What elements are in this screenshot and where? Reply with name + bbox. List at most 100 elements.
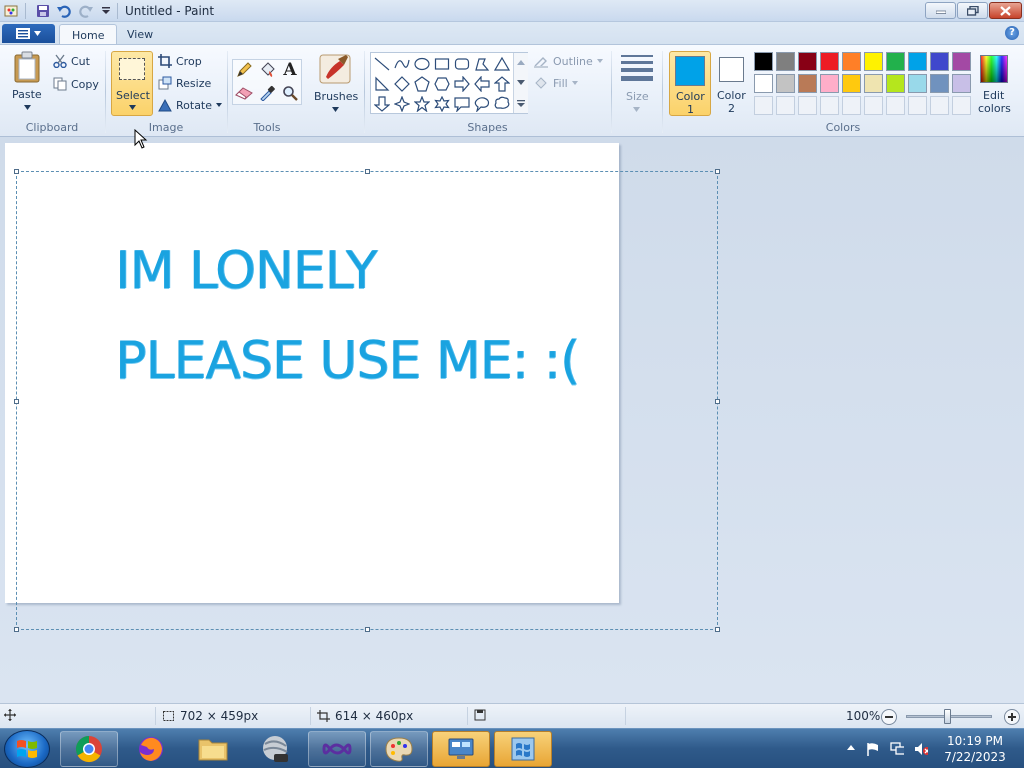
- eraser-tool[interactable]: [233, 83, 255, 103]
- palette-color-swatch[interactable]: [908, 52, 927, 71]
- close-button[interactable]: [989, 2, 1022, 19]
- resize-handle[interactable]: [365, 169, 370, 174]
- palette-color-swatch[interactable]: [820, 52, 839, 71]
- action-center-flag-icon[interactable]: [866, 742, 880, 756]
- oval-shape[interactable]: [412, 54, 432, 74]
- left-arrow-shape[interactable]: [472, 74, 492, 94]
- color-picker-tool[interactable]: [256, 83, 278, 103]
- taskbar-visual-studio[interactable]: [308, 731, 366, 767]
- restore-button[interactable]: [957, 2, 988, 19]
- text-tool[interactable]: A: [279, 60, 301, 80]
- tab-home[interactable]: Home: [59, 24, 118, 45]
- resize-handle[interactable]: [14, 627, 19, 632]
- crop-button[interactable]: Crop: [158, 51, 202, 71]
- palette-color-swatch[interactable]: [842, 52, 861, 71]
- taskbar-windows-explorer[interactable]: [494, 731, 552, 767]
- taskbar-google-earth-pro[interactable]: [246, 731, 304, 767]
- palette-color-swatch[interactable]: [886, 74, 905, 93]
- outline-button[interactable]: Outline: [533, 51, 603, 71]
- rectangle-shape[interactable]: [432, 54, 452, 74]
- palette-empty-swatch[interactable]: [886, 96, 905, 115]
- shapes-scroller[interactable]: [513, 53, 528, 113]
- color1-button[interactable]: Color 1: [669, 51, 711, 116]
- paste-button[interactable]: Paste: [6, 49, 48, 117]
- selection-rectangle[interactable]: [14, 169, 720, 632]
- down-arrow-shape[interactable]: [372, 94, 392, 114]
- right-triangle-shape[interactable]: [372, 74, 392, 94]
- resize-handle[interactable]: [14, 169, 19, 174]
- palette-color-swatch[interactable]: [776, 74, 795, 93]
- palette-color-swatch[interactable]: [820, 74, 839, 93]
- right-arrow-shape[interactable]: [452, 74, 472, 94]
- help-icon[interactable]: ?: [1005, 26, 1019, 40]
- palette-empty-swatch[interactable]: [952, 96, 971, 115]
- save-icon[interactable]: [35, 3, 51, 19]
- palette-color-swatch[interactable]: [952, 74, 971, 93]
- taskbar-file-explorer[interactable]: [184, 731, 242, 767]
- palette-color-swatch[interactable]: [908, 74, 927, 93]
- taskbar-remote-desktop[interactable]: [432, 731, 490, 767]
- diamond-shape[interactable]: [392, 74, 412, 94]
- tab-view[interactable]: View: [115, 24, 165, 45]
- show-hidden-icons[interactable]: [846, 742, 860, 756]
- taskbar-paint[interactable]: [370, 731, 428, 767]
- palette-color-swatch[interactable]: [952, 52, 971, 71]
- resize-button[interactable]: Resize: [158, 73, 211, 93]
- palette-empty-swatch[interactable]: [908, 96, 927, 115]
- palette-empty-swatch[interactable]: [930, 96, 949, 115]
- palette-empty-swatch[interactable]: [842, 96, 861, 115]
- zoom-slider[interactable]: [906, 709, 992, 724]
- palette-empty-swatch[interactable]: [754, 96, 773, 115]
- palette-empty-swatch[interactable]: [798, 96, 817, 115]
- five-point-star-shape[interactable]: [412, 94, 432, 114]
- redo-icon[interactable]: [78, 3, 94, 19]
- edit-colors-button[interactable]: Edit colors: [973, 51, 1017, 117]
- minimize-button[interactable]: [925, 2, 956, 19]
- size-button[interactable]: Size: [616, 51, 658, 117]
- resize-handle[interactable]: [715, 169, 720, 174]
- palette-color-swatch[interactable]: [930, 52, 949, 71]
- resize-handle[interactable]: [365, 627, 370, 632]
- curve-shape[interactable]: [392, 54, 412, 74]
- resize-handle[interactable]: [14, 399, 19, 404]
- resize-handle[interactable]: [715, 627, 720, 632]
- canvas-workspace[interactable]: IM LONELY PLEASE USE ME: :(: [0, 129, 1024, 703]
- palette-color-swatch[interactable]: [842, 74, 861, 93]
- pentagon-shape[interactable]: [412, 74, 432, 94]
- brushes-button[interactable]: Brushes: [312, 51, 358, 117]
- zoom-slider-thumb[interactable]: [944, 709, 951, 724]
- palette-color-swatch[interactable]: [754, 52, 773, 71]
- palette-color-swatch[interactable]: [864, 52, 883, 71]
- palette-color-swatch[interactable]: [798, 52, 817, 71]
- undo-icon[interactable]: [56, 3, 72, 19]
- taskbar-firefox[interactable]: [122, 731, 180, 767]
- palette-color-swatch[interactable]: [930, 74, 949, 93]
- pencil-tool[interactable]: [233, 60, 255, 80]
- color2-button[interactable]: Color 2: [713, 51, 751, 116]
- fill-tool[interactable]: [256, 60, 278, 80]
- taskbar-clock[interactable]: 10:19 PM 7/22/2023: [940, 733, 1010, 765]
- rect-callout-shape[interactable]: [452, 94, 472, 114]
- zoom-out-button[interactable]: [881, 709, 897, 725]
- polygon-shape[interactable]: [472, 54, 492, 74]
- palette-empty-swatch[interactable]: [820, 96, 839, 115]
- customize-quick-access-icon[interactable]: [98, 3, 114, 19]
- paint-menu-button[interactable]: [2, 24, 55, 43]
- magnifier-tool[interactable]: [279, 83, 301, 103]
- palette-empty-swatch[interactable]: [864, 96, 883, 115]
- palette-color-swatch[interactable]: [754, 74, 773, 93]
- taskbar-chrome[interactable]: [60, 731, 118, 767]
- palette-color-swatch[interactable]: [864, 74, 883, 93]
- palette-empty-swatch[interactable]: [776, 96, 795, 115]
- select-button[interactable]: Select: [111, 51, 153, 116]
- up-arrow-shape[interactable]: [492, 74, 512, 94]
- rotate-button[interactable]: Rotate: [158, 95, 223, 115]
- volume-muted-icon[interactable]: [914, 742, 928, 756]
- palette-color-swatch[interactable]: [776, 52, 795, 71]
- cut-button[interactable]: Cut: [53, 51, 90, 71]
- zoom-in-button[interactable]: [1004, 709, 1020, 725]
- palette-color-swatch[interactable]: [886, 52, 905, 71]
- hexagon-shape[interactable]: [432, 74, 452, 94]
- copy-button[interactable]: Copy: [53, 74, 99, 94]
- rounded-rectangle-shape[interactable]: [452, 54, 472, 74]
